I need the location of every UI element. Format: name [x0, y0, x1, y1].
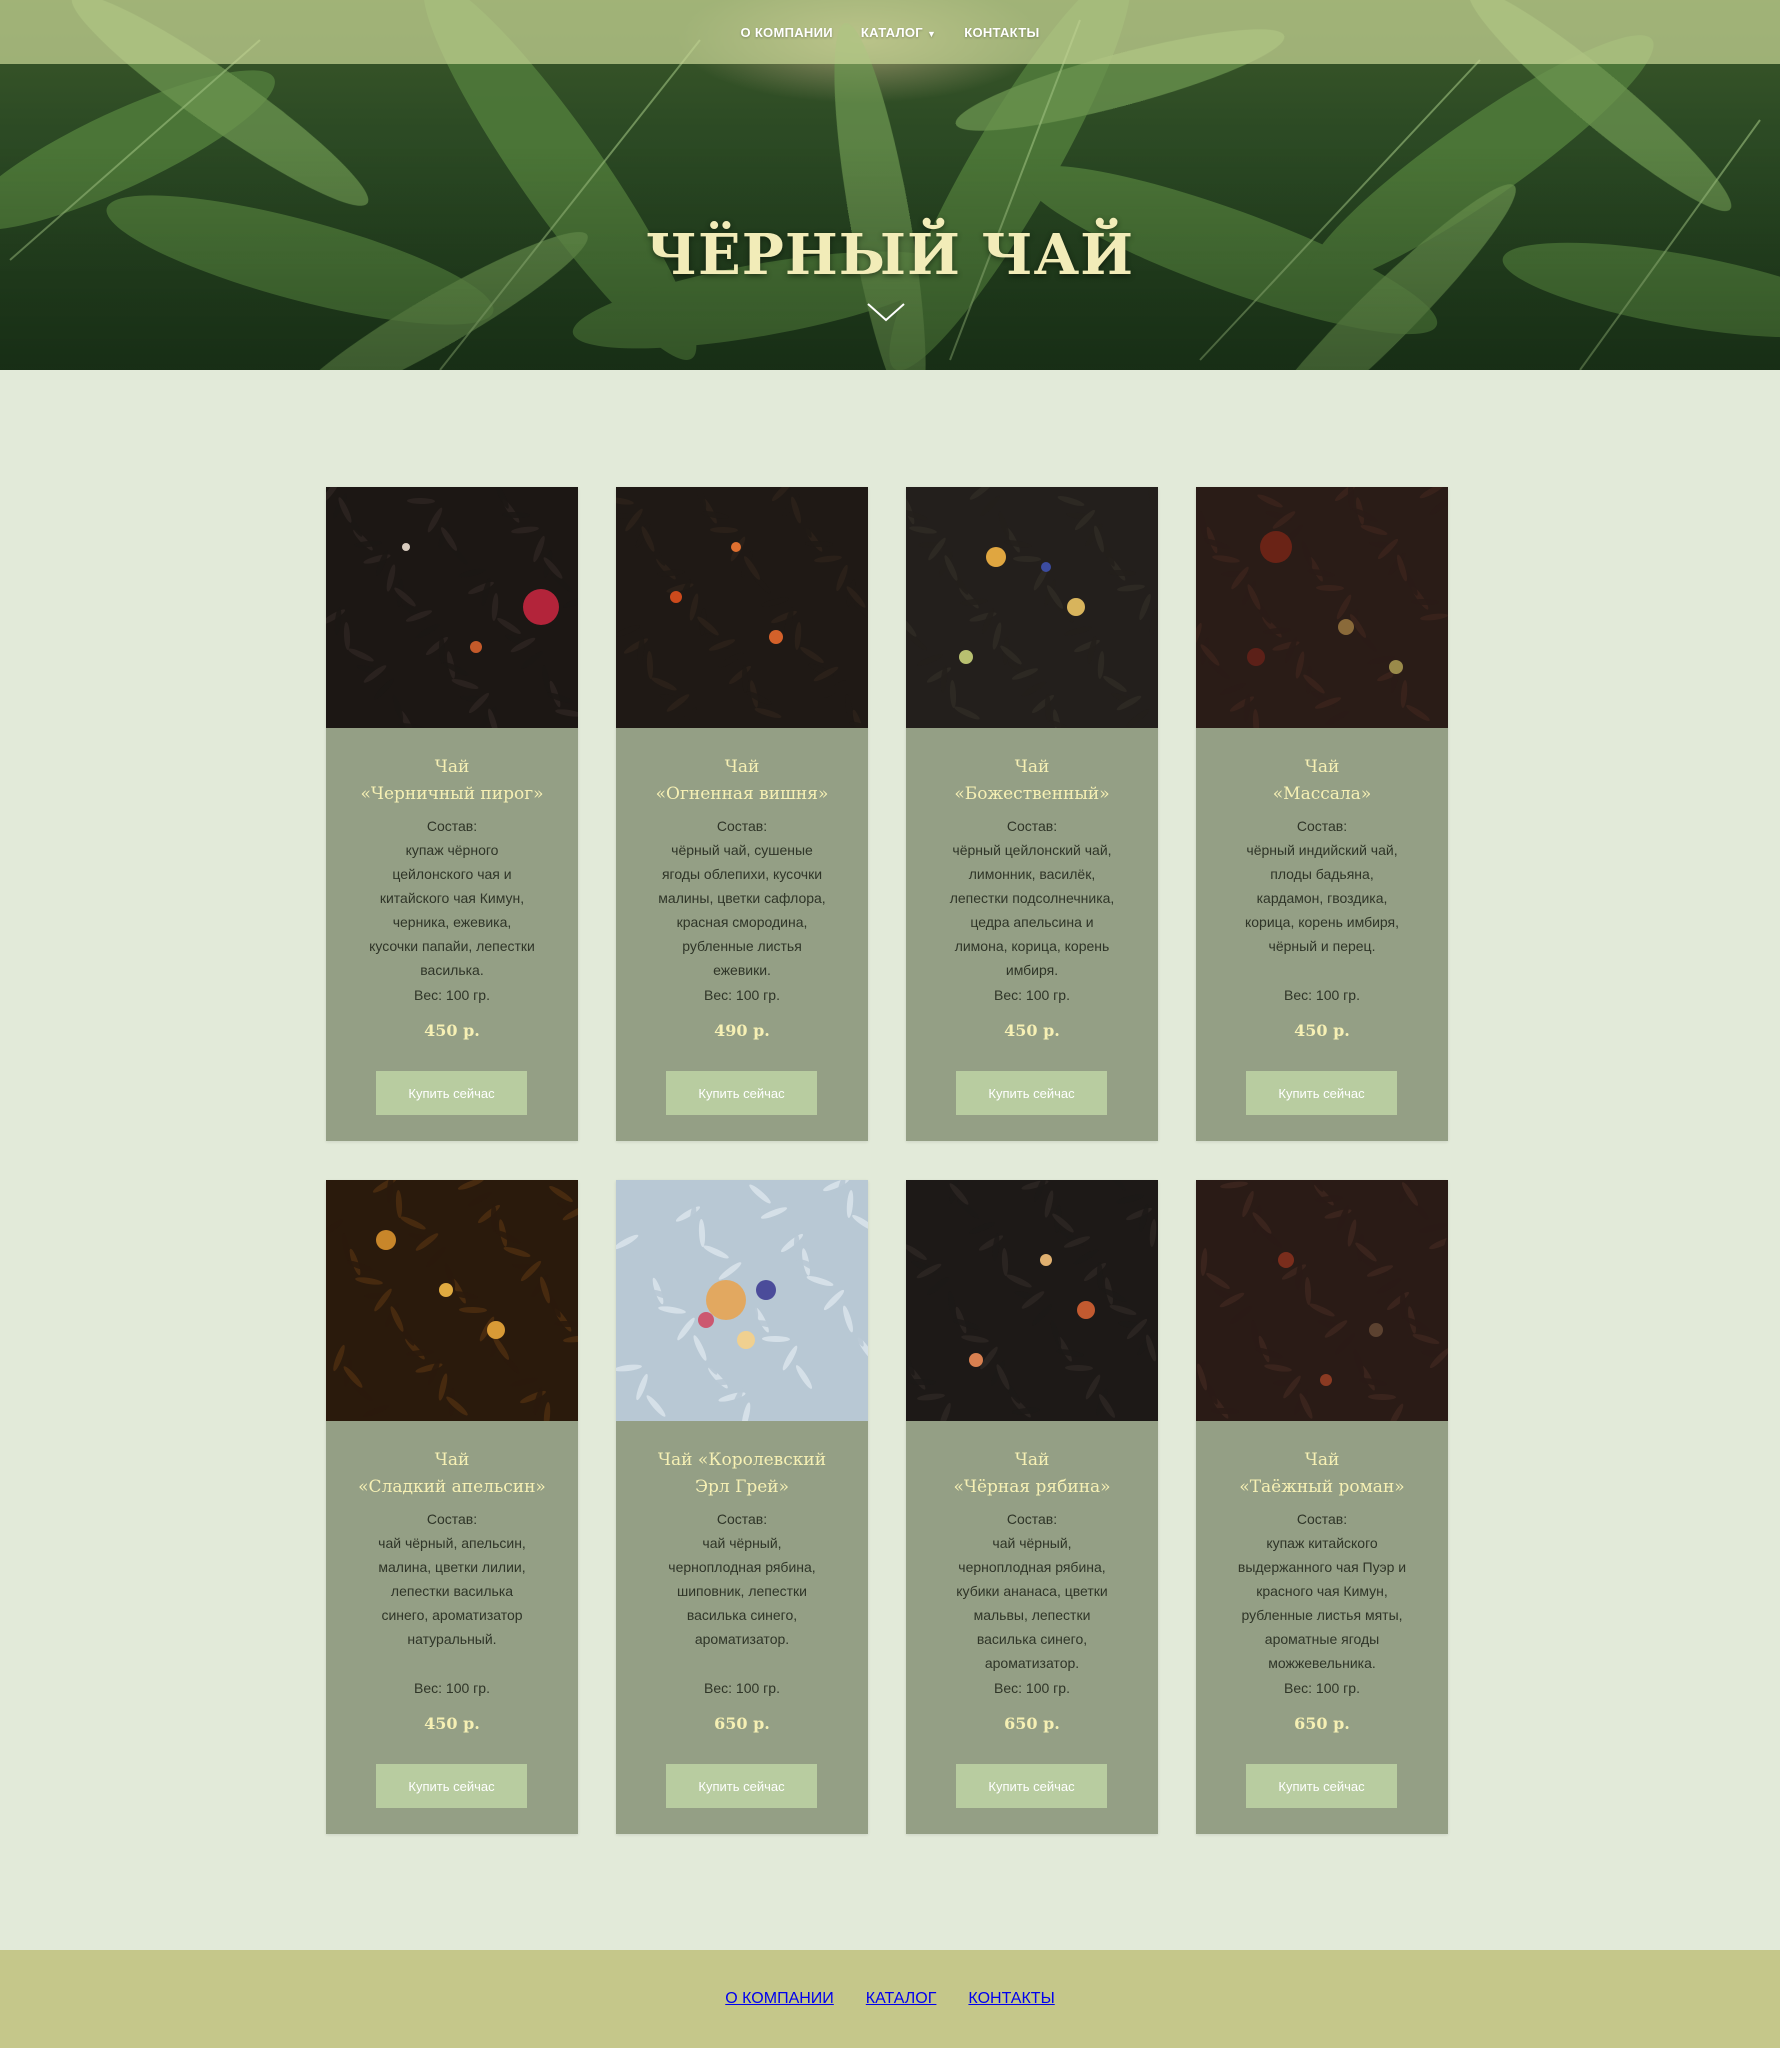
nav-catalog-link[interactable]: КАТАЛОГ ▼ — [861, 25, 936, 40]
product-name: Чай «Черничный пирог» — [360, 757, 544, 804]
product-composition: Состав: чёрный индийский чай, плоды бадьян… — [1244, 818, 1400, 954]
product-name: Чай «Королевский Эрл Грей» — [657, 1450, 827, 1497]
product-weight: Вес: 100 гр. — [414, 987, 490, 1003]
buy-now-button[interactable]: Купить сейчас — [956, 1764, 1107, 1808]
buy-now-button[interactable]: Купить сейчас — [666, 1071, 817, 1115]
product-name: Чай «Чёрная рябина» — [953, 1450, 1111, 1497]
product-composition: Состав: чай чёрный, апельсин, малина, цвет… — [378, 1511, 526, 1647]
product-weight: Вес: 100 гр. — [704, 987, 780, 1003]
product-photo — [616, 1180, 868, 1421]
product-grid: Чай «Черничный пирог» Состав: купаж чёрног… — [326, 487, 1448, 1834]
product-name: Чай «Таёжный роман» — [1239, 1450, 1405, 1497]
page-title: ЧЁРНЫЙ ЧАЙ — [645, 222, 1135, 288]
product-card: Чай «Огненная вишня» Состав: чёрный чай, с… — [616, 487, 868, 1141]
product-price: 450 р. — [424, 1714, 480, 1733]
product-photo — [326, 1180, 578, 1421]
product-photo — [906, 1180, 1158, 1421]
hero-banner: О КОМПАНИИ КАТАЛОГ ▼ КОНТАКТЫ ЧЁРНЫЙ ЧАЙ — [0, 0, 1780, 370]
product-photo — [616, 487, 868, 728]
footer-catalog-link[interactable]: КАТАЛОГ — [866, 1990, 937, 2008]
product-price: 650 р. — [1294, 1714, 1350, 1733]
product-price: 650 р. — [714, 1714, 770, 1733]
product-price: 450 р. — [424, 1021, 480, 1040]
chevron-down-icon[interactable] — [866, 302, 906, 324]
product-composition: Состав: купаж китайского выдержанного чая … — [1237, 1511, 1407, 1671]
product-photo — [906, 487, 1158, 728]
nav-catalog-label: КАТАЛОГ — [860, 24, 923, 40]
product-photo — [1196, 487, 1448, 728]
product-weight: Вес: 100 гр. — [704, 1680, 780, 1696]
nav-contacts-link[interactable]: КОНТАКТЫ — [964, 25, 1039, 40]
product-name: Чай «Божественный» — [954, 757, 1110, 804]
product-composition: Состав: чай чёрный, черноплодная рябина, ши… — [668, 1511, 816, 1647]
nav-about-link[interactable]: О КОМПАНИИ — [741, 25, 833, 40]
product-name: Чай «Сладкий апельсин» — [358, 1450, 546, 1497]
product-weight: Вес: 100 гр. — [1284, 1680, 1360, 1696]
product-card: Чай «Божественный» Состав: чёрный цейлонск… — [906, 487, 1158, 1141]
product-price: 450 р. — [1294, 1021, 1350, 1040]
product-price: 650 р. — [1004, 1714, 1060, 1733]
product-name: Чай «Массала» — [1272, 757, 1372, 804]
product-weight: Вес: 100 гр. — [994, 987, 1070, 1003]
product-name: Чай «Огненная вишня» — [655, 757, 829, 804]
footer-nav: О КОМПАНИИ КАТАЛОГ КОНТАКТЫ — [0, 1950, 1780, 2048]
footer-about-link[interactable]: О КОМПАНИИ — [725, 1990, 834, 2008]
product-photo — [326, 487, 578, 728]
product-composition: Состав: чёрный чай, сушеные ягоды облепихи… — [658, 818, 826, 978]
buy-now-button[interactable]: Купить сейчас — [1246, 1764, 1397, 1808]
product-card: Чай «Таёжный роман» Состав: купаж китайско… — [1196, 1180, 1448, 1834]
top-nav: О КОМПАНИИ КАТАЛОГ ▼ КОНТАКТЫ — [0, 0, 1780, 64]
product-weight: Вес: 100 гр. — [1284, 987, 1360, 1003]
product-composition: Состав: купаж чёрного цейлонского чая и кит… — [369, 818, 535, 978]
product-price: 450 р. — [1004, 1021, 1060, 1040]
product-weight: Вес: 100 гр. — [994, 1680, 1070, 1696]
product-card: Чай «Королевский Эрл Грей» Состав: чай чёр… — [616, 1180, 868, 1834]
footer-contacts-link[interactable]: КОНТАКТЫ — [968, 1990, 1054, 2008]
caret-down-icon: ▼ — [926, 28, 937, 39]
product-composition: Состав: чёрный цейлонский чай, лимонник, в… — [949, 818, 1115, 978]
product-photo — [1196, 1180, 1448, 1421]
product-card: Чай «Черничный пирог» Состав: купаж чёрног… — [326, 487, 578, 1141]
product-composition: Состав: чай чёрный, черноплодная рябина, ку… — [956, 1511, 1108, 1671]
buy-now-button[interactable]: Купить сейчас — [666, 1764, 817, 1808]
buy-now-button[interactable]: Купить сейчас — [1246, 1071, 1397, 1115]
buy-now-button[interactable]: Купить сейчас — [376, 1764, 527, 1808]
product-card: Чай «Чёрная рябина» Состав: чай чёрный, чер… — [906, 1180, 1158, 1834]
product-card: Чай «Массала» Состав: чёрный индийский чай… — [1196, 487, 1448, 1141]
product-weight: Вес: 100 гр. — [414, 1680, 490, 1696]
product-card: Чай «Сладкий апельсин» Состав: чай чёрный,… — [326, 1180, 578, 1834]
buy-now-button[interactable]: Купить сейчас — [956, 1071, 1107, 1115]
buy-now-button[interactable]: Купить сейчас — [376, 1071, 527, 1115]
product-price: 490 р. — [714, 1021, 770, 1040]
